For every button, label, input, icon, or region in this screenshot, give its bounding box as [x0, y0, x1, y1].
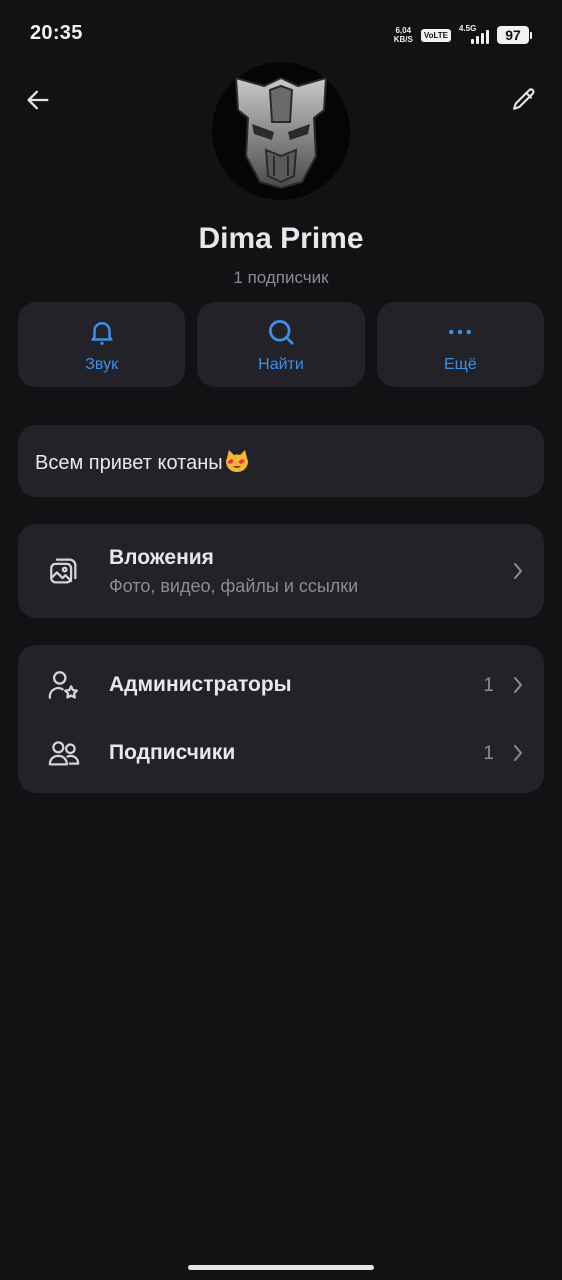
subscribers-row[interactable]: Подписчики 1	[18, 719, 544, 787]
more-dots-icon	[444, 316, 476, 348]
search-button[interactable]: Найти	[197, 302, 365, 387]
volte-badge: VoLTE	[420, 28, 451, 42]
attachments-row[interactable]: Вложения Фото, видео, файлы и ссылки	[18, 524, 544, 618]
pencil-icon	[513, 88, 535, 110]
network-type: 4.5G	[459, 24, 477, 33]
action-buttons: Звук Найти Ещё	[18, 302, 544, 387]
chevron-right-icon	[510, 743, 526, 763]
status-bar: 20:35 6,04 KB/S VoLTE 4.5G 97	[0, 0, 562, 70]
sound-button[interactable]: Звук	[18, 302, 186, 387]
images-icon	[46, 553, 82, 589]
edit-button[interactable]	[502, 78, 546, 122]
more-label: Ещё	[443, 356, 477, 373]
signal-icon: 4.5G	[459, 24, 489, 44]
attachments-card[interactable]: Вложения Фото, видео, файлы и ссылки	[18, 524, 544, 618]
users-icon	[46, 735, 82, 771]
bio-text: Всем привет котаны	[35, 448, 250, 475]
bell-icon	[86, 316, 118, 348]
chevron-right-icon	[510, 675, 526, 695]
subscribers-title: Подписчики	[109, 741, 236, 764]
channel-profile-screen: 20:35 6,04 KB/S VoLTE 4.5G 97 Dima Prime…	[0, 0, 562, 1280]
battery-icon: 97	[497, 26, 532, 44]
user-star-icon	[46, 667, 82, 703]
search-label: Найти	[258, 356, 304, 373]
back-button[interactable]	[16, 78, 60, 122]
admins-row[interactable]: Администраторы 1	[18, 651, 544, 719]
subscriber-count: 1 подписчик	[233, 268, 329, 287]
network-speed-value: 6,04	[395, 26, 412, 35]
arrow-left-icon	[27, 90, 49, 110]
profile-name: Dima Prime	[198, 222, 364, 255]
admins-title: Администраторы	[109, 673, 292, 696]
chevron-right-icon	[510, 561, 526, 581]
avatar[interactable]	[212, 62, 350, 200]
bio-text-content: Всем привет котаны	[35, 451, 223, 474]
status-icons: 6,04 KB/S VoLTE 4.5G 97	[394, 24, 532, 46]
status-time: 20:35	[30, 22, 83, 44]
battery-level: 97	[497, 26, 529, 44]
home-indicator[interactable]	[188, 1265, 374, 1270]
members-card: Администраторы 1 Подписчики 1	[18, 645, 544, 793]
autobot-logo-icon	[234, 76, 328, 190]
subscribers-count: 1	[483, 743, 494, 764]
sound-label: Звук	[85, 356, 119, 373]
network-speed-unit: KB/S	[393, 35, 413, 44]
more-button[interactable]: Ещё	[376, 302, 544, 387]
heart-eyes-cat-emoji-icon	[225, 449, 248, 472]
attachments-title: Вложения	[109, 546, 214, 569]
bio-card: Всем привет котаны	[18, 425, 544, 497]
attachments-subtitle: Фото, видео, файлы и ссылки	[109, 576, 359, 596]
search-icon	[265, 316, 297, 348]
admins-count: 1	[483, 675, 494, 696]
network-speed: 6,04 KB/S	[394, 26, 413, 44]
